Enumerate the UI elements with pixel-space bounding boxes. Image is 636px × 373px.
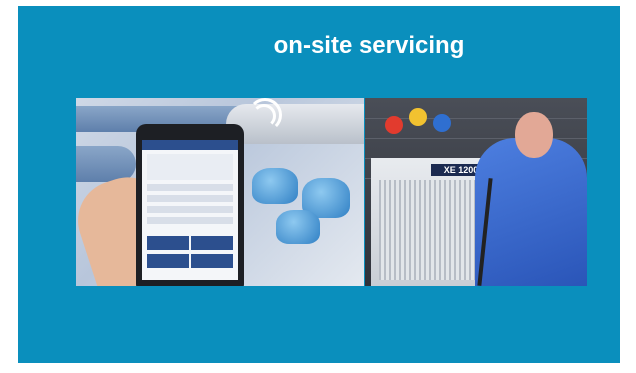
suction-cup-icon <box>252 168 298 204</box>
sensor-cylinder-icon <box>226 104 364 144</box>
photo-strip: XE 1200 <box>76 98 587 286</box>
technician-head <box>515 112 553 158</box>
slide: on-site servicing XE 1200 <box>18 6 620 363</box>
phone-screen <box>142 140 238 280</box>
product-image <box>147 154 233 180</box>
gauge-icon <box>433 114 451 132</box>
app-button <box>191 236 233 250</box>
technician-photo: XE 1200 <box>365 98 587 286</box>
smartphone-app-photo <box>76 98 364 286</box>
app-header <box>142 140 238 150</box>
gauge-icon <box>409 108 427 126</box>
suction-cup-icon <box>276 210 320 244</box>
wireless-signal-icon <box>248 98 282 132</box>
gauge-icon <box>385 116 403 134</box>
app-button <box>191 254 233 268</box>
ac-grill <box>379 180 487 280</box>
list-item <box>147 195 233 202</box>
smartphone <box>136 124 244 286</box>
list-item <box>147 206 233 213</box>
slide-title: on-site servicing <box>273 32 465 59</box>
app-button <box>147 254 189 268</box>
app-button <box>147 236 189 250</box>
technician <box>475 138 587 286</box>
list-item <box>147 217 233 224</box>
list-item <box>147 184 233 191</box>
